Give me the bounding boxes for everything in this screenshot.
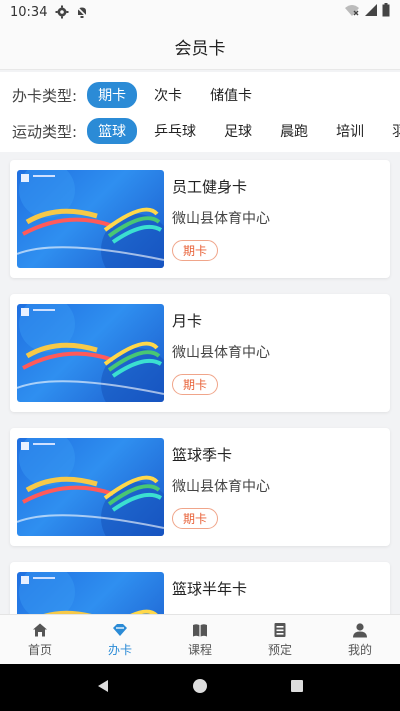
wifi-icon [344,3,360,21]
nav-home[interactable]: 首页 [0,615,80,664]
chip-sport-football[interactable]: 足球 [213,118,263,144]
nav-booking[interactable]: 预定 [240,615,320,664]
nav-course[interactable]: 课程 [160,615,240,664]
nav-card-label: 办卡 [107,642,132,657]
bottom-nav: 首页 办卡 课程 预定 我的 [0,614,400,664]
card-title: 员工健身卡 [172,178,248,196]
card-type-badge: 期卡 [172,508,219,529]
home-icon [33,623,47,636]
card-thumbnail-image [17,438,164,536]
book-icon [193,623,207,636]
user-icon [353,622,367,637]
chip-sport-training[interactable]: 培训 [325,118,375,144]
membership-card-item[interactable]: 篮球半年卡 [10,562,390,614]
card-venue: 微山县体育中心 [172,479,270,495]
sport-type-filter-row: 运动类型: 篮球 乒乓球 足球 晨跑 培训 羽 [0,113,400,149]
status-time: 10:34 [10,4,48,20]
nav-home-label: 首页 [27,642,52,657]
card-thumbnail-image [17,170,164,268]
page-title: 会员卡 [174,39,226,59]
membership-card-item[interactable]: 员工健身卡 微山县体育中心 期卡 [10,160,390,278]
signal-icon [364,3,378,21]
card-thumbnail-image [17,572,164,614]
nav-booking-label: 预定 [267,642,292,657]
chip-card-type-visits[interactable]: 次卡 [143,82,193,108]
page-title-bar: 会员卡 [0,24,400,70]
card-title: 篮球季卡 [172,446,233,464]
booking-icon [274,622,286,637]
chip-sport-badminton[interactable]: 羽 [381,118,400,144]
card-venue: 微山县体育中心 [172,345,270,361]
gear-icon [55,5,69,19]
card-type-label: 办卡类型: [12,86,78,105]
battery-icon [382,3,390,21]
nav-mine-label: 我的 [347,642,372,657]
card-title: 篮球半年卡 [172,580,248,598]
card-venue: 微山县体育中心 [172,211,270,227]
nav-card[interactable]: 办卡 [80,615,160,664]
card-list: 员工健身卡 微山县体育中心 期卡 月卡 微山县体育中心 期卡 篮球季卡 微山县体… [0,152,400,614]
recents-icon[interactable] [289,678,305,698]
sport-type-label: 运动类型: [12,122,78,141]
notification-off-icon [75,5,89,19]
membership-card-item[interactable]: 月卡 微山县体育中心 期卡 [10,294,390,412]
card-type-badge: 期卡 [172,374,219,395]
back-icon[interactable] [95,678,111,698]
chip-card-type-period[interactable]: 期卡 [87,82,138,108]
home-circle-icon[interactable] [192,678,208,698]
filter-panel: 办卡类型: 期卡 次卡 储值卡 运动类型: 篮球 乒乓球 足球 晨跑 培训 羽 [0,72,400,152]
card-type-filter-row: 办卡类型: 期卡 次卡 储值卡 [0,77,400,113]
chip-sport-morning-run[interactable]: 晨跑 [269,118,319,144]
system-nav-bar [0,664,400,711]
card-title: 月卡 [172,312,203,330]
membership-card-item[interactable]: 篮球季卡 微山县体育中心 期卡 [10,428,390,546]
nav-course-label: 课程 [187,642,212,657]
chip-sport-basketball[interactable]: 篮球 [87,118,138,144]
card-thumbnail-image [17,304,164,402]
chip-sport-table-tennis[interactable]: 乒乓球 [143,118,207,144]
chip-card-type-stored-value[interactable]: 储值卡 [199,82,263,108]
card-icon [113,623,127,636]
card-type-badge: 期卡 [172,240,219,261]
status-bar: 10:34 [0,0,400,24]
nav-mine[interactable]: 我的 [320,615,400,664]
